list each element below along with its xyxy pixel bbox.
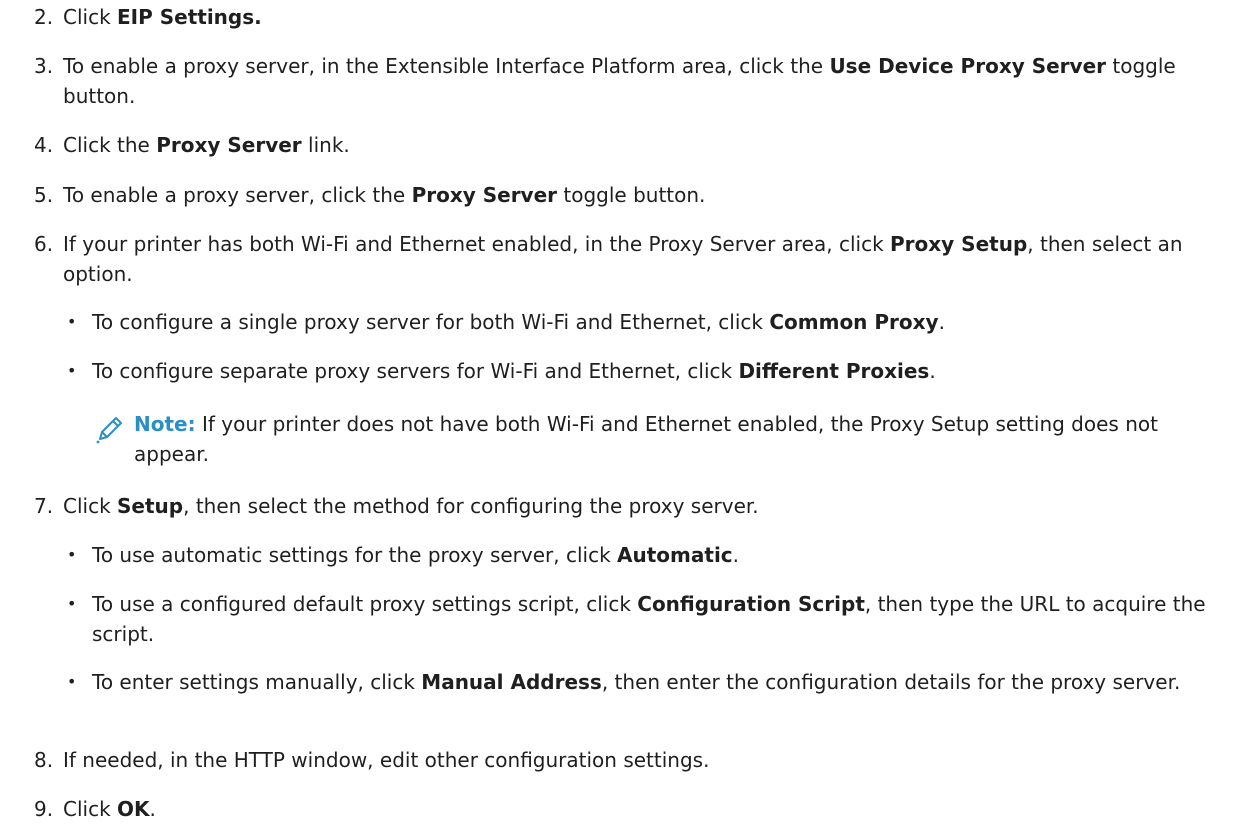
bold-term: Different Proxies [738, 359, 930, 383]
bold-term: Common Proxy [769, 310, 939, 334]
step-number: 2. [34, 5, 54, 29]
step-6-bullet-different-proxies: • To configure separate proxy servers fo… [63, 356, 1238, 386]
step-7-bullet-manual-address: • To enter settings manually, click Manu… [63, 667, 1238, 697]
text-run: Click [63, 797, 118, 821]
step-number: 4. [34, 133, 54, 157]
text-run: . [149, 797, 156, 821]
bold-term: Proxy Server [156, 133, 302, 157]
text-run: Click the [63, 133, 157, 157]
text-run: To configure a single proxy server for b… [92, 310, 770, 334]
bold-term: EIP Settings. [117, 5, 262, 29]
pencil-icon [94, 413, 126, 445]
bullet-text: To use a configured default proxy settin… [92, 589, 1238, 649]
note-label: Note: [134, 412, 196, 436]
text-run: To enable a proxy server, click the [63, 183, 412, 207]
text-run: . [938, 310, 945, 334]
step-number: 7. [34, 494, 54, 518]
note-callout: Note: If your printer does not have both… [92, 409, 1238, 469]
text-run: If your printer has both Wi-Fi and Ether… [63, 232, 891, 256]
bold-term: Configuration Script [637, 592, 865, 616]
bullet-text: To configure separate proxy servers for … [92, 356, 1238, 386]
note-text: Note: If your printer does not have both… [134, 409, 1238, 469]
text-run: toggle button. [557, 183, 706, 207]
step-6-bullet-common-proxy: • To configure a single proxy server for… [63, 307, 1238, 337]
step-3: 3. To enable a proxy server, in the Exte… [34, 51, 1238, 111]
bold-term: Setup [117, 494, 184, 518]
bold-term: Manual Address [421, 670, 602, 694]
document-page: 2. Click EIP Settings. 3. To enable a pr… [0, 0, 1258, 827]
text-run: To enable a proxy server, in the Extensi… [63, 54, 830, 78]
bullet-dot: • [67, 312, 77, 331]
step-text: To enable a proxy server, click the Prox… [63, 180, 1238, 210]
step-8: 8. If needed, in the HTTP window, edit o… [34, 745, 1238, 775]
bold-term: Automatic [617, 543, 733, 567]
step-number: 8. [34, 748, 54, 772]
step-number: 6. [34, 232, 54, 256]
text-run: Click [63, 5, 118, 29]
bullet-dot: • [67, 594, 77, 613]
bold-term: Proxy Setup [890, 232, 1028, 256]
step-text: Click OK. [63, 794, 1238, 824]
bold-term: Proxy Server [411, 183, 558, 207]
text-run: link. [301, 133, 350, 157]
step-7-bullet-configuration-script: • To use a configured default proxy sett… [63, 589, 1238, 649]
step-number: 3. [34, 54, 54, 78]
text-run: To use automatic settings for the proxy … [92, 543, 618, 567]
step-number: 5. [34, 183, 54, 207]
bullet-text: To use automatic settings for the proxy … [92, 540, 1238, 570]
bold-term: OK [117, 797, 150, 821]
step-5: 5. To enable a proxy server, click the P… [34, 180, 1238, 210]
bullet-dot: • [67, 361, 77, 380]
text-run: To configure separate proxy servers for … [92, 359, 739, 383]
step-7: 7. Click Setup, then select the method f… [34, 491, 1238, 521]
step-7-bullet-automatic: • To use automatic settings for the prox… [63, 540, 1238, 570]
bold-term: Use Device Proxy Server [829, 54, 1107, 78]
text-run: To use a configured default proxy settin… [92, 592, 638, 616]
text-run: , then enter the configuration details f… [601, 670, 1181, 694]
step-number: 9. [34, 797, 54, 821]
step-text: If your printer has both Wi-Fi and Ether… [63, 229, 1238, 289]
text-run: . [929, 359, 936, 383]
step-6: 6. If your printer has both Wi-Fi and Et… [34, 229, 1238, 289]
bullet-text: To configure a single proxy server for b… [92, 307, 1238, 337]
text-run: If needed, in the HTTP window, edit othe… [63, 748, 710, 772]
step-text: If needed, in the HTTP window, edit othe… [63, 745, 1238, 775]
step-text: Click Setup, then select the method for … [63, 491, 1238, 521]
step-2: 2. Click EIP Settings. [34, 2, 1238, 32]
bullet-text: To enter settings manually, click Manual… [92, 667, 1238, 697]
bullet-dot: • [67, 545, 77, 564]
text-run: Click [63, 494, 118, 518]
text-run: , then select the method for configuring… [183, 494, 759, 518]
step-9: 9. Click OK. [34, 794, 1238, 824]
step-text: To enable a proxy server, in the Extensi… [63, 51, 1238, 111]
bullet-dot: • [67, 672, 77, 691]
text-run: . [732, 543, 740, 567]
step-text: Click EIP Settings. [63, 2, 1238, 32]
step-4: 4. Click the Proxy Server link. [34, 130, 1238, 160]
step-text: Click the Proxy Server link. [63, 130, 1238, 160]
text-run: To enter settings manually, click [92, 670, 422, 694]
text-run: If your printer does not have both Wi-Fi… [134, 412, 1158, 466]
